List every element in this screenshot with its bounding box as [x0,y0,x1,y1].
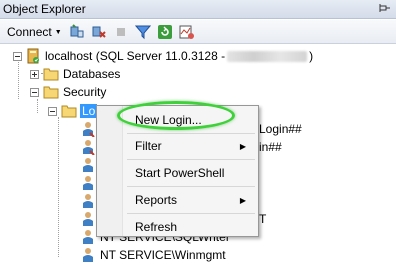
user-login-icon [80,121,96,137]
tree-node-server[interactable]: localhost (SQL Server 11.0.3128 - ) [13,47,313,65]
connect-label: Connect [7,24,52,39]
filter-icon[interactable] [134,23,152,41]
tree-node-security[interactable]: Security [30,83,106,101]
user-login-icon [80,229,96,245]
collapse-icon[interactable] [30,87,39,97]
menu-separator [127,186,255,187]
disconnect-icon[interactable] [90,23,108,41]
menu-separator [127,213,255,214]
object-explorer-toolbar: Connect ▼ [0,20,396,44]
activity-monitor-icon[interactable] [178,23,196,41]
menu-item-start-powershell[interactable]: Start PowerShell [99,162,256,184]
refresh-icon[interactable] [156,23,174,41]
databases-label: Databases [63,67,121,81]
user-login-icon [80,157,96,173]
menu-item-label: Filter [135,139,162,153]
menu-separator [127,133,255,134]
submenu-arrow-icon: ▶ [239,141,246,151]
connect-object-explorer-icon[interactable] [68,23,86,41]
panel-title-bar: Object Explorer [0,0,396,19]
menu-item-label: Refresh [135,220,178,234]
collapse-icon[interactable] [13,51,22,61]
redacted-text [227,50,308,62]
menu-item-filter[interactable]: Filter ▶ [99,135,256,157]
tree-node-databases[interactable]: Databases [30,65,120,83]
folder-icon [61,103,77,119]
tree-connector [58,117,59,257]
connect-button[interactable]: Connect ▼ [5,25,64,39]
user-login-icon [80,247,96,263]
server-label-suffix: ) [309,49,314,63]
stop-icon[interactable] [112,23,130,41]
folder-icon [43,84,59,100]
submenu-arrow-icon: ▶ [239,195,246,205]
menu-item-reports[interactable]: Reports ▶ [99,189,256,211]
collapse-icon[interactable] [48,106,57,116]
menu-separator [127,159,255,160]
login-label-suffix: in## [259,140,282,154]
login-label: NT SERVICE\Winmgmt [100,248,226,262]
pin-icon[interactable] [378,3,392,15]
user-login-icon [80,193,96,209]
server-icon [25,48,41,64]
highlight-ring-annotation [117,101,235,130]
tree-connector [37,99,38,113]
user-login-icon [80,211,96,227]
login-label-suffix: T [259,212,267,226]
menu-item-label: Start PowerShell [135,166,225,180]
security-label: Security [63,85,107,99]
chevron-down-icon: ▼ [54,29,62,36]
user-login-icon [80,175,96,191]
login-label-suffix: Login## [259,122,302,136]
folder-icon [43,66,59,82]
expand-icon[interactable] [30,69,39,79]
panel-title: Object Explorer [3,2,86,16]
tree-node-login[interactable] [80,156,96,174]
user-login-icon [80,139,96,155]
tree-node-login[interactable] [80,192,96,210]
server-label: localhost (SQL Server 11.0.3128 - [45,49,226,63]
menu-item-refresh[interactable]: Refresh [99,216,256,238]
menu-item-label: Reports [135,193,178,207]
tree-node-login[interactable]: NT SERVICE\Winmgmt [80,246,226,264]
tree-node-logins[interactable]: Lo [48,102,98,120]
tree-node-login[interactable] [80,174,96,192]
logins-label: Lo [80,104,98,118]
